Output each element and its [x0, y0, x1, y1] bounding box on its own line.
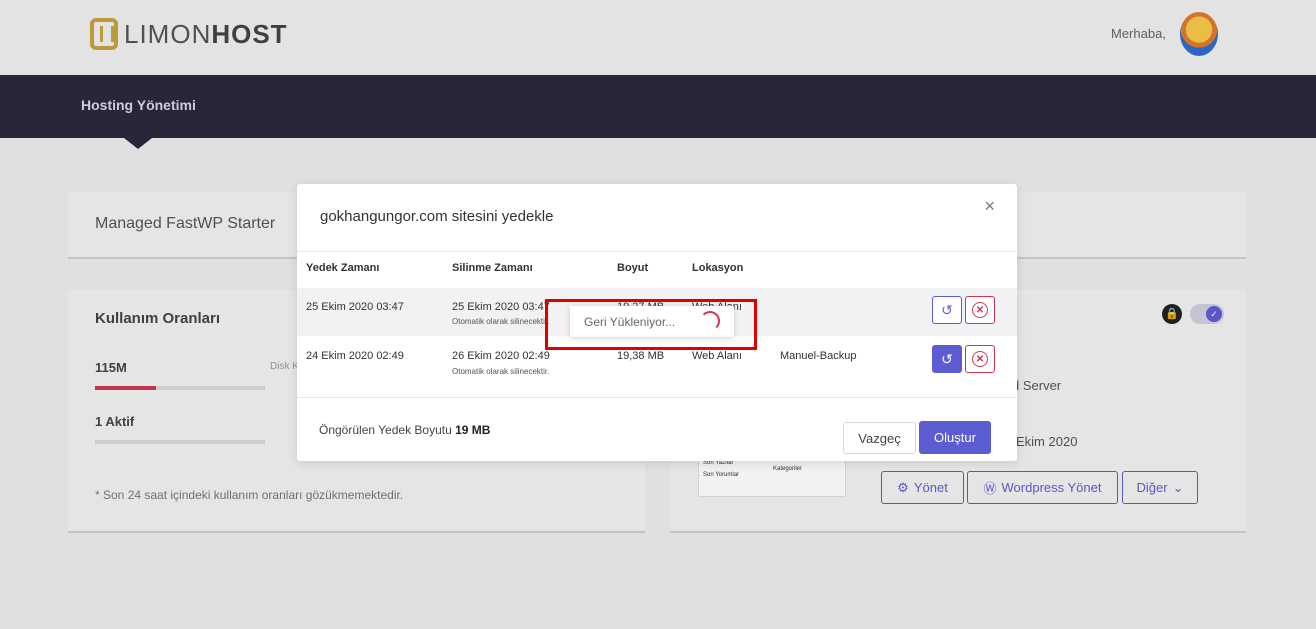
close-circle-icon: ✕: [972, 302, 988, 318]
estimated-size: Öngörülen Yedek Boyutu 19 MB: [319, 423, 490, 437]
restore-icon: ↺: [941, 301, 953, 318]
delete-button[interactable]: ✕: [965, 345, 995, 373]
cancel-button[interactable]: Vazgeç: [843, 422, 916, 454]
column-header-delete-time: Silinme Zamanı: [452, 262, 533, 274]
close-circle-icon: ✕: [972, 351, 988, 367]
column-header-location: Lokasyon: [692, 262, 744, 274]
location-cell: Web Alanı: [692, 350, 742, 362]
restore-icon: ↺: [941, 350, 953, 367]
close-icon[interactable]: ×: [984, 196, 995, 217]
delete-note: Otomatik olarak silinecektir.: [452, 367, 550, 376]
size-cell: 19,38 MB: [617, 350, 665, 362]
backup-time-cell: 25 Ekim 2020 03:47: [306, 301, 404, 313]
highlight-box: [545, 299, 757, 350]
estimated-size-value: 19 MB: [455, 423, 491, 437]
backup-time-cell: 24 Ekim 2020 02:49: [306, 350, 404, 362]
restore-button[interactable]: ↺: [932, 296, 962, 324]
modal-title: gokhangungor.com sitesini yedekle: [320, 208, 554, 225]
create-button[interactable]: Oluştur: [919, 421, 991, 454]
divider: [297, 397, 1017, 398]
estimated-size-label: Öngörülen Yedek Boyutu: [319, 423, 452, 437]
delete-time-cell: 25 Ekim 2020 03:47: [452, 301, 550, 313]
type-cell: Manuel-Backup: [780, 350, 857, 362]
delete-button[interactable]: ✕: [965, 296, 995, 324]
divider: [297, 251, 1017, 252]
delete-time-cell: 26 Ekim 2020 02:49: [452, 350, 550, 362]
column-header-backup-time: Yedek Zamanı: [306, 262, 380, 274]
column-header-size: Boyut: [617, 262, 649, 274]
delete-note: Otomatik olarak silinecektir.: [452, 317, 550, 326]
restore-button[interactable]: ↺: [932, 345, 962, 373]
